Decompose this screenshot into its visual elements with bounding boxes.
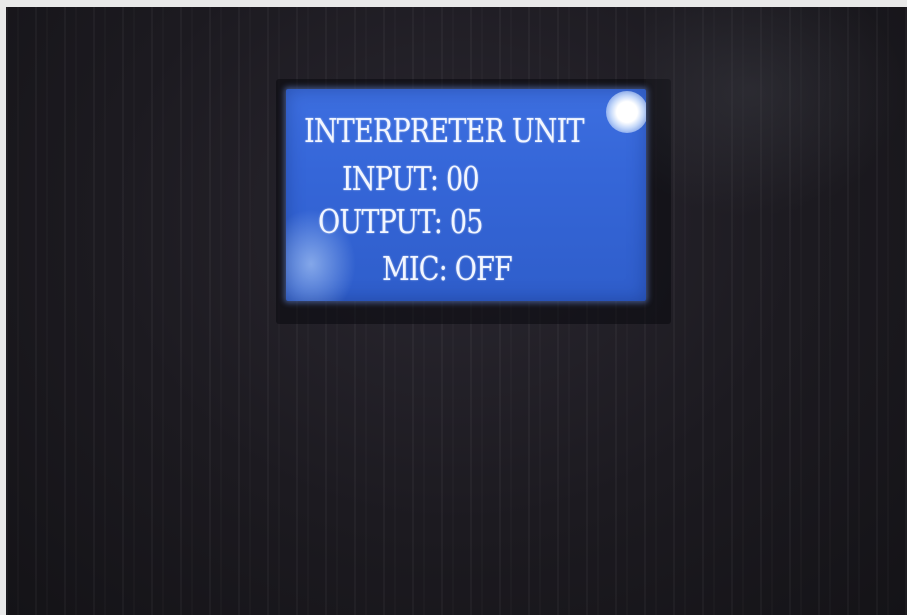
lcd-title: INTERPRETER UNIT — [304, 111, 585, 150]
lcd-mic-status: MIC: OFF — [382, 249, 513, 288]
light-glare — [606, 91, 646, 133]
lcd-screen: INTERPRETER UNIT INPUT: 00 OUTPUT: 05 MI… — [286, 89, 646, 301]
lcd-input-status: INPUT: 00 — [342, 159, 480, 198]
device-photo: INTERPRETER UNIT INPUT: 00 OUTPUT: 05 MI… — [6, 7, 907, 615]
lcd-output-status: OUTPUT: 05 — [318, 202, 483, 241]
